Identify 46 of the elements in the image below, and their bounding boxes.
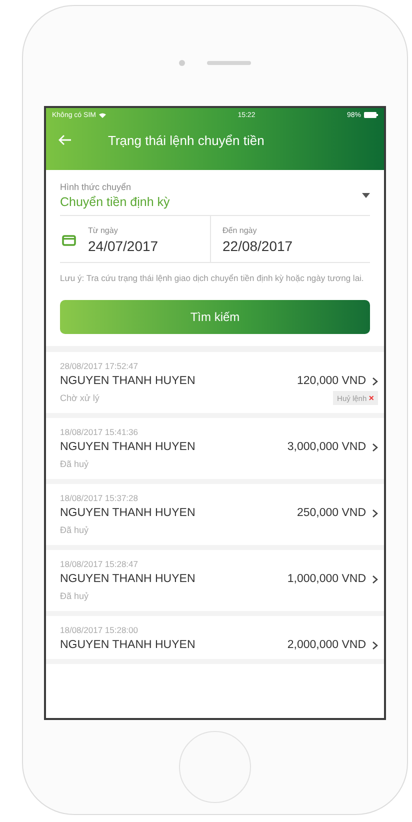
transfer-type-dropdown[interactable]: Hình thức chuyển Chuyển tiền định kỳ xyxy=(60,182,370,216)
transaction-amount: 120,000 VND xyxy=(296,375,366,388)
recipient-name: NGUYEN THANH HUYEN xyxy=(60,639,196,652)
transaction-row[interactable]: 18/08/2017 15:41:36 NGUYEN THANH HUYEN 3,000,000 VND Đã huỷ xyxy=(46,418,384,484)
recipient-name: NGUYEN THANH HUYEN xyxy=(60,375,196,388)
field-value: 24/07/2017 xyxy=(88,238,158,254)
recipient-name: NGUYEN THANH HUYEN xyxy=(60,573,196,586)
chevron-right-icon xyxy=(372,508,378,518)
camera-icon xyxy=(179,60,185,66)
to-date-field[interactable]: Đến ngày 22/08/2017 xyxy=(210,216,370,262)
note-text: Lưu ý: Tra cứu trạng thái lệnh giao dịch chuyển tiền định kỳ hoặc ngày tương lai. xyxy=(60,273,365,284)
transaction-amount: 2,000,000 VND xyxy=(287,639,366,652)
recipient-name: NGUYEN THANH HUYEN xyxy=(60,507,196,520)
transaction-row[interactable]: 18/08/2017 15:28:00 NGUYEN THANH HUYEN 2,000,000 VND xyxy=(46,616,384,664)
chevron-right-icon xyxy=(372,376,378,386)
transaction-datetime: 18/08/2017 15:28:47 xyxy=(60,559,139,570)
chevron-right-icon xyxy=(372,574,378,584)
transaction-amount: 3,000,000 VND xyxy=(287,441,366,454)
transaction-status: Đã huỷ xyxy=(60,525,90,536)
recipient-name: NGUYEN THANH HUYEN xyxy=(60,441,196,454)
transaction-row[interactable]: 18/08/2017 15:37:28 NGUYEN THANH HUYEN 250,000 VND Đã huỷ xyxy=(46,484,384,550)
transaction-datetime: 28/08/2017 17:52:47 xyxy=(60,361,139,372)
transaction-datetime: 18/08/2017 15:37:28 xyxy=(60,493,139,504)
transaction-amount: 1,000,000 VND xyxy=(287,573,366,586)
transaction-status: Đã huỷ xyxy=(60,459,90,470)
from-date-field[interactable]: Từ ngày 24/07/2017 xyxy=(60,216,210,262)
transaction-datetime: 18/08/2017 15:28:00 xyxy=(60,625,139,636)
field-value: 22/08/2017 xyxy=(222,238,293,254)
battery-icon xyxy=(364,112,378,118)
wifi-icon xyxy=(98,112,106,118)
screen-title: Trạng thái lệnh chuyển tiền xyxy=(108,132,264,148)
transaction-amount: 250,000 VND xyxy=(296,507,366,520)
field-value: Chuyển tiền định kỳ xyxy=(60,195,170,209)
chevron-right-icon xyxy=(372,640,378,650)
transaction-datetime: 18/08/2017 15:41:36 xyxy=(60,427,139,438)
calendar-icon xyxy=(62,234,76,246)
transaction-status: Chờ xử lý xyxy=(60,393,100,404)
field-label: Đến ngày xyxy=(222,226,258,235)
field-label: Từ ngày xyxy=(88,226,119,235)
back-arrow-icon[interactable] xyxy=(58,134,72,146)
chevron-right-icon xyxy=(372,442,378,452)
field-label: Hình thức chuyển xyxy=(60,182,132,192)
transaction-row[interactable]: 18/08/2017 15:28:47 NGUYEN THANH HUYEN 1,000,000 VND Đã huỷ xyxy=(46,550,384,616)
dropdown-caret-icon xyxy=(362,193,370,198)
transaction-status: Đã huỷ xyxy=(60,591,90,602)
speaker-icon xyxy=(207,61,251,65)
